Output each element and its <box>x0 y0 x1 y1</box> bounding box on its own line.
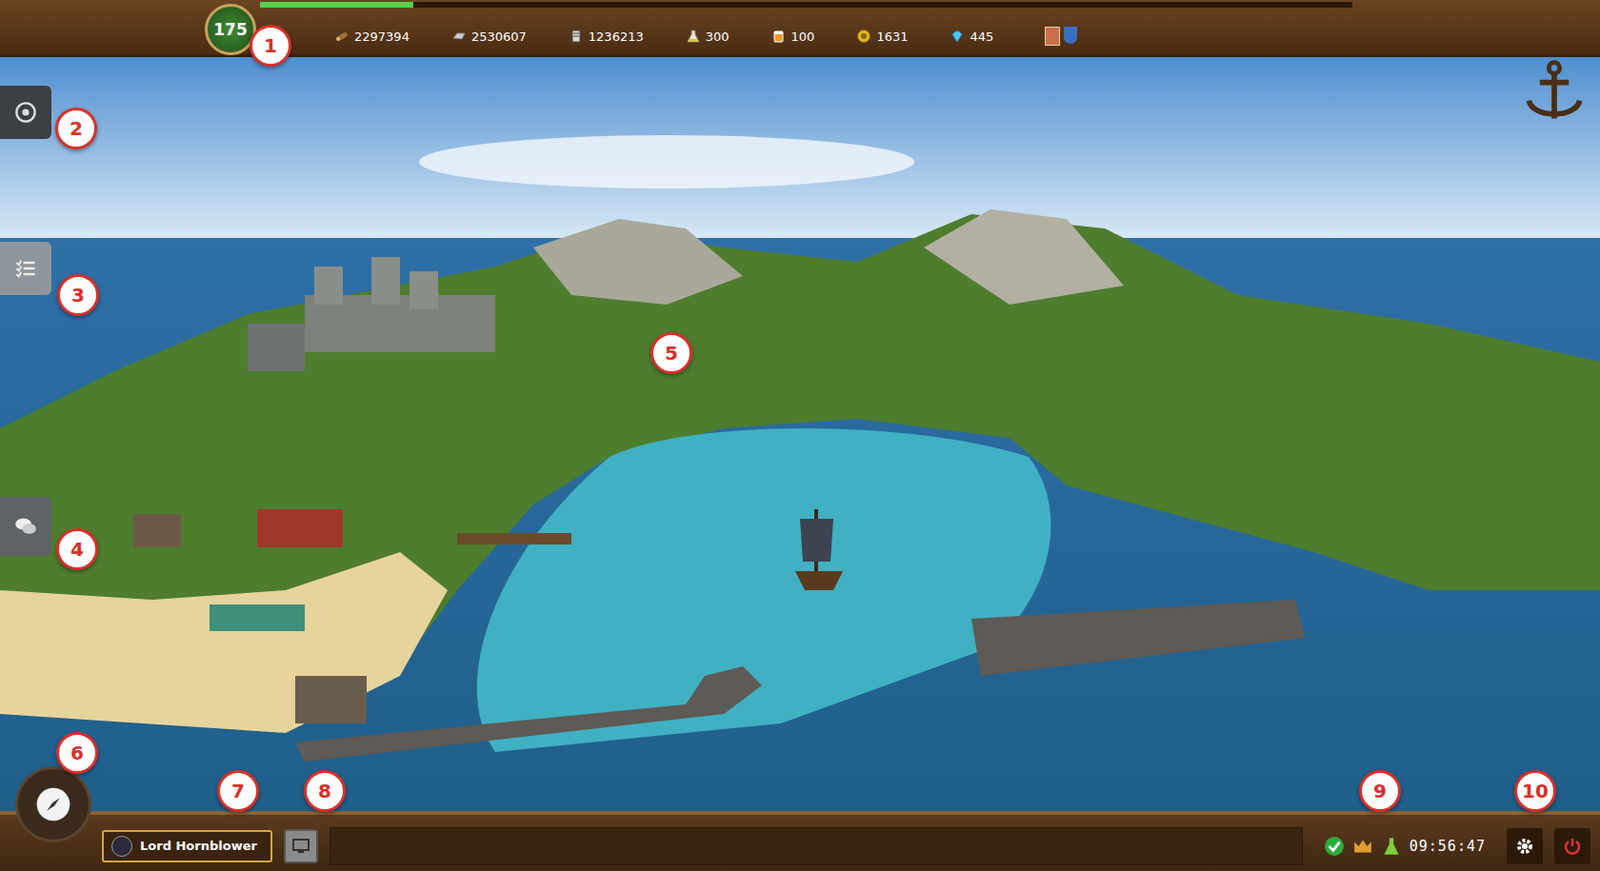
clock: 09:56:47 <box>1409 838 1486 856</box>
xp-bar <box>260 1 1353 8</box>
callout-marker: 5 <box>650 332 693 375</box>
settings-button[interactable] <box>1506 828 1543 865</box>
island-scene <box>0 57 1600 812</box>
compass-icon <box>34 785 73 824</box>
callout-marker: 10 <box>1514 770 1557 813</box>
resource-beer[interactable]: 100 <box>771 28 816 44</box>
gem-icon <box>949 28 965 44</box>
callout-marker: 1 <box>249 24 292 67</box>
island-view[interactable] <box>0 57 1600 812</box>
player-button[interactable]: Lord Hornblower <box>101 830 273 863</box>
gold-icon <box>856 28 872 44</box>
crown-icon[interactable] <box>1352 836 1374 858</box>
resource-potion[interactable]: 300 <box>685 28 730 44</box>
resource-stone[interactable]: 2530607 <box>451 28 527 44</box>
paper-icon <box>568 28 584 44</box>
stone-icon <box>451 28 467 44</box>
callout-marker: 3 <box>57 274 100 317</box>
anchor-icon <box>1518 57 1591 130</box>
callout-marker: 6 <box>56 732 99 775</box>
status-area: 09:56:47 <box>1314 836 1496 858</box>
resource-wood[interactable]: 2297394 <box>334 28 410 44</box>
beer-icon <box>771 28 787 44</box>
resource-row: 2297394 2530607 1236213 300 100 1631 445 <box>256 26 1353 46</box>
target-icon <box>14 100 38 124</box>
level-badge[interactable]: 175 <box>204 3 257 56</box>
callout-marker: 4 <box>56 528 99 571</box>
resource-gem[interactable]: 445 <box>949 28 994 44</box>
callout-marker: 9 <box>1359 770 1401 813</box>
flask-icon[interactable] <box>1380 836 1402 858</box>
avatar-icon <box>111 836 133 858</box>
target-button[interactable] <box>0 85 52 140</box>
resource-gold[interactable]: 1631 <box>856 28 908 44</box>
event-flags[interactable] <box>1044 26 1078 46</box>
quest-list-button[interactable] <box>0 241 52 296</box>
shield-icon <box>1063 26 1078 44</box>
resource-paper[interactable]: 1236213 <box>568 28 644 44</box>
screen-button[interactable] <box>283 829 319 864</box>
ship[interactable] <box>795 509 843 591</box>
callout-marker: 2 <box>55 107 98 150</box>
flag-icon <box>1044 26 1060 46</box>
map-button[interactable] <box>15 766 92 843</box>
bottom-bar: Lord Hornblower 09:56:47 <box>0 811 1600 871</box>
list-icon <box>14 257 38 280</box>
castle[interactable] <box>247 257 496 372</box>
callout-marker: 7 <box>217 770 260 813</box>
message-field[interactable] <box>329 827 1303 866</box>
monitor-icon <box>291 837 311 857</box>
wood-icon <box>334 28 350 44</box>
callout-marker: 8 <box>303 770 346 813</box>
logout-button[interactable] <box>1554 828 1591 865</box>
game-screen: 175 2297394 2530607 1236213 300 100 1631… <box>0 0 1600 871</box>
chat-button[interactable] <box>0 497 52 557</box>
check-icon[interactable] <box>1323 836 1345 858</box>
chat-icon <box>14 515 38 539</box>
top-bar: 175 2297394 2530607 1236213 300 100 1631… <box>0 0 1600 58</box>
potion-icon <box>685 28 701 44</box>
power-icon <box>1562 837 1582 857</box>
gear-icon <box>1515 837 1535 857</box>
